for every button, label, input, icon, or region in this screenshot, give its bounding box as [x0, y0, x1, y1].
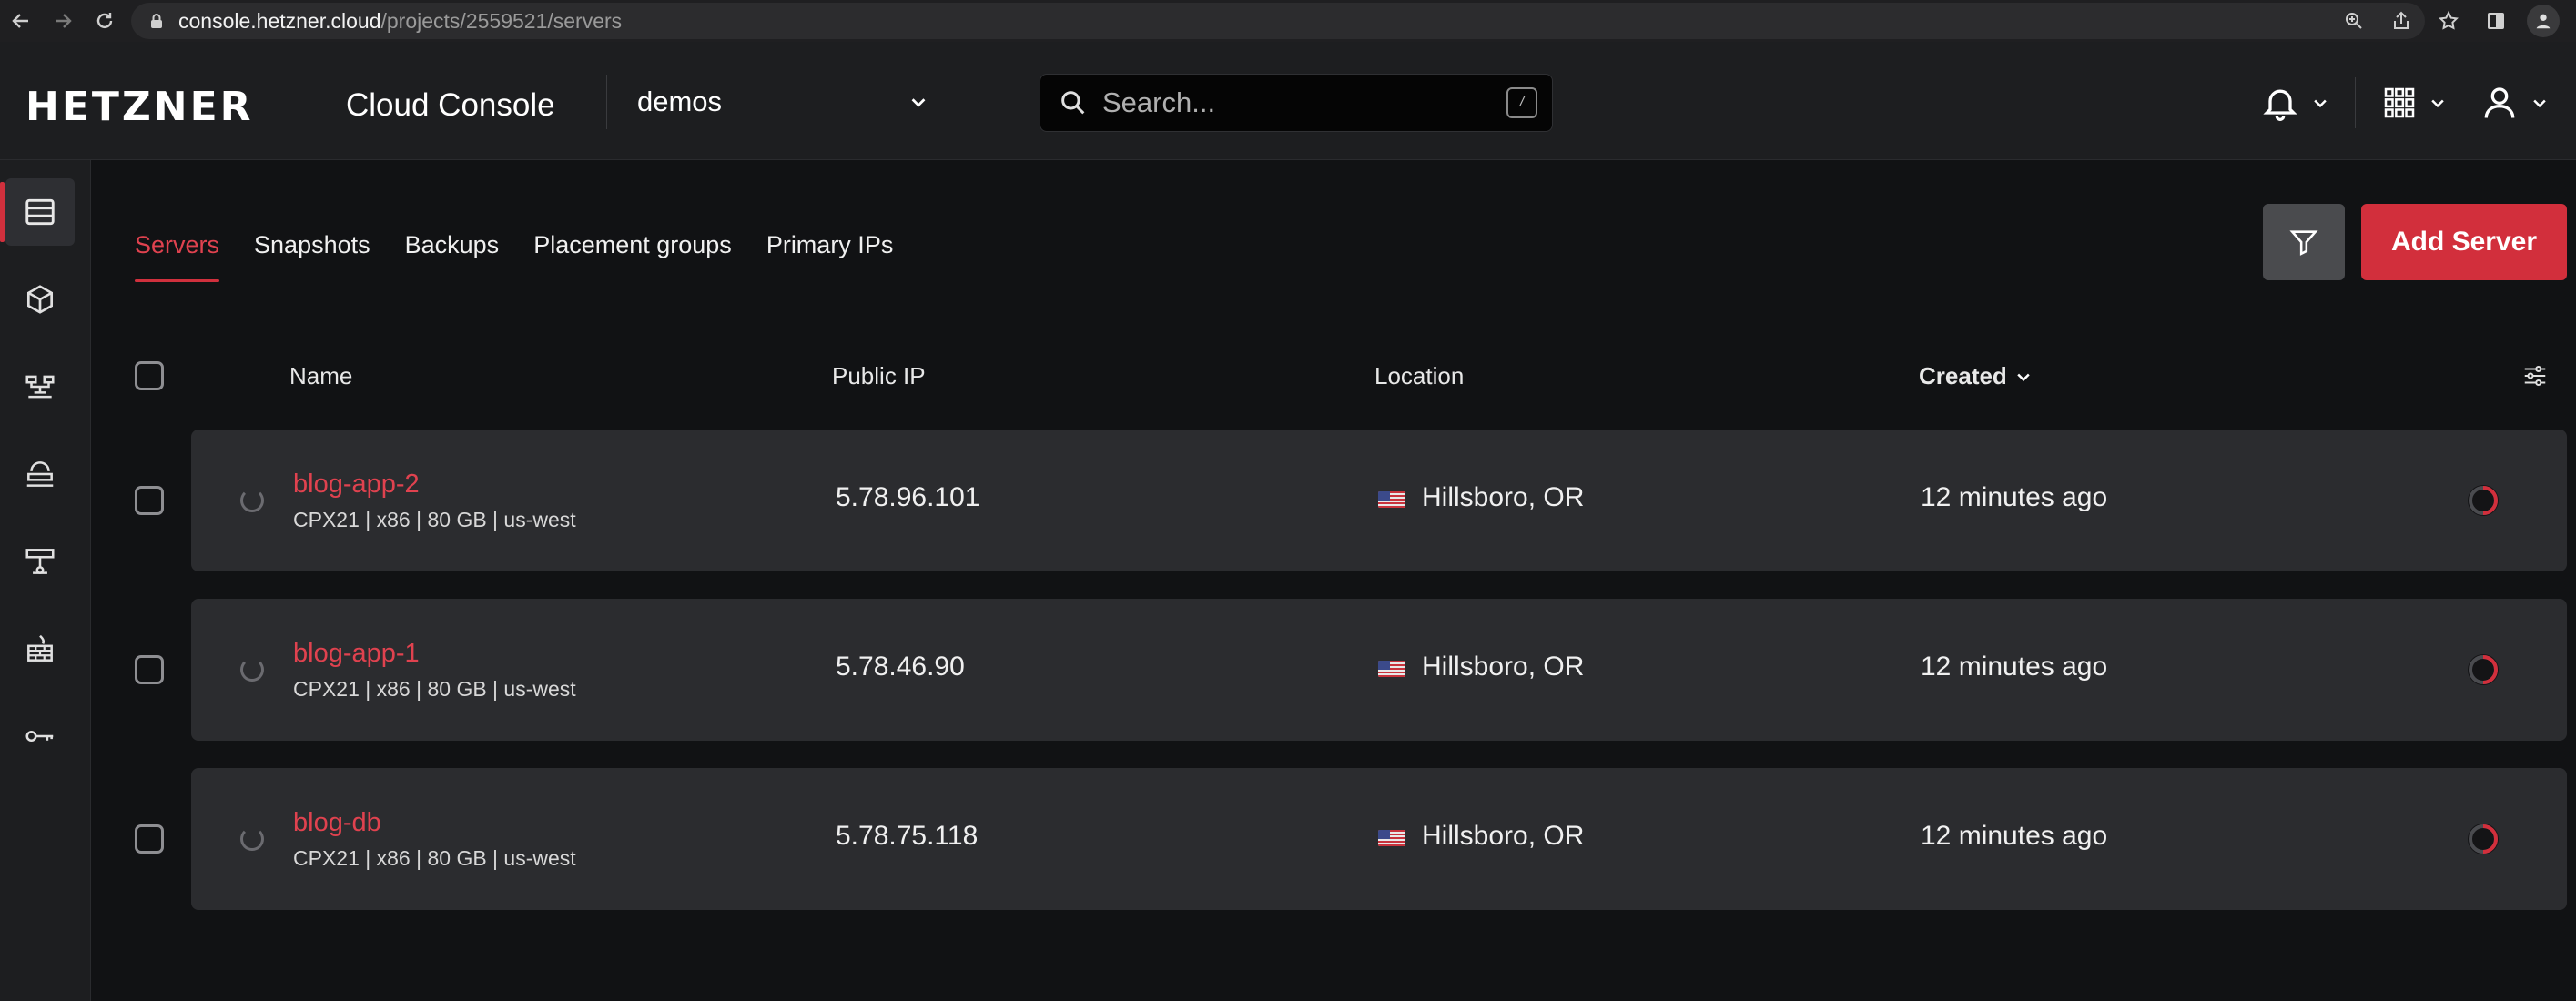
- share-icon[interactable]: [2385, 5, 2418, 37]
- server-meta: CPX21 | x86 | 80 GB | us-west: [293, 508, 576, 531]
- user-icon: [2484, 87, 2515, 118]
- table-row[interactable]: blog-app-1 CPX21 | x86 | 80 GB | us-west…: [191, 599, 2567, 741]
- column-created[interactable]: Created: [1919, 362, 2033, 390]
- table-header: Name Public IP Location Created: [135, 353, 2567, 399]
- row-checkbox[interactable]: [135, 486, 164, 515]
- lock-icon: [151, 14, 162, 28]
- header-divider: [606, 75, 607, 129]
- server-created: 12 minutes ago: [1921, 482, 2108, 512]
- search-icon: [1061, 91, 1085, 115]
- sidebar: [0, 160, 91, 1001]
- apps-menu-button[interactable]: [2365, 74, 2463, 132]
- star-icon[interactable]: [2432, 5, 2465, 37]
- status-spinner-icon: [240, 489, 264, 512]
- table-row[interactable]: blog-db CPX21 | x86 | 80 GB | us-west 5.…: [191, 768, 2567, 910]
- key-icon: [25, 730, 54, 743]
- chevron-down-icon: [2533, 99, 2546, 108]
- server-name-link[interactable]: blog-app-1: [293, 639, 420, 669]
- app-header: HETZNER Cloud Console demos Search... /: [0, 42, 2576, 160]
- address-bar[interactable]: console.hetzner.cloud/projects/2559521/s…: [131, 3, 2425, 39]
- server-ip[interactable]: 5.78.96.101: [836, 482, 979, 513]
- servers-icon: [25, 198, 55, 226]
- back-icon[interactable]: [0, 0, 42, 42]
- header-separator: [2355, 77, 2356, 128]
- search-placeholder: Search...: [1102, 86, 1216, 118]
- sidebar-item-servers[interactable]: [0, 178, 75, 246]
- chevron-down-icon: [2431, 99, 2444, 108]
- server-location: Hillsboro, OR: [1422, 652, 1585, 682]
- status-spinner-icon: [240, 658, 264, 682]
- tab-backups[interactable]: Backups: [405, 228, 500, 282]
- search-shortcut-badge: /: [1506, 87, 1537, 118]
- servers-tabs: Servers Snapshots Backups Placement grou…: [135, 228, 893, 282]
- product-name: Cloud Console: [346, 87, 555, 123]
- sort-chevron-down-icon: [2017, 373, 2030, 381]
- forward-icon[interactable]: [42, 0, 84, 42]
- volumes-icon: [26, 285, 54, 314]
- server-ip[interactable]: 5.78.46.90: [836, 652, 965, 682]
- chevron-down-icon: [2314, 99, 2327, 108]
- filter-button[interactable]: [2263, 204, 2345, 280]
- filter-icon: [2289, 230, 2318, 256]
- table-row[interactable]: blog-app-2 CPX21 | x86 | 80 GB | us-west…: [191, 430, 2567, 571]
- server-name-link[interactable]: blog-app-2: [293, 470, 420, 500]
- server-created: 12 minutes ago: [1921, 821, 2108, 851]
- sidebar-item-load-balancers[interactable]: [5, 353, 75, 420]
- hetzner-logo[interactable]: HETZNER: [25, 84, 254, 130]
- status-ring-icon[interactable]: [2465, 482, 2501, 519]
- status-ring-icon[interactable]: [2465, 652, 2501, 688]
- us-flag-icon: [1378, 830, 1405, 846]
- project-name: demos: [637, 86, 723, 117]
- server-location: Hillsboro, OR: [1422, 482, 1585, 512]
- project-selector[interactable]: demos: [637, 75, 928, 129]
- url-path: /projects/2559521/servers: [380, 8, 623, 33]
- grid-icon: [2384, 87, 2415, 118]
- networks-icon: [25, 549, 55, 574]
- row-checkbox[interactable]: [135, 655, 164, 684]
- server-meta: CPX21 | x86 | 80 GB | us-west: [293, 677, 576, 701]
- floating-ips-icon: [26, 461, 54, 487]
- column-name[interactable]: Name: [289, 362, 352, 390]
- sidebar-item-firewalls[interactable]: [5, 615, 75, 682]
- sidebar-item-volumes[interactable]: [5, 266, 75, 333]
- account-menu-button[interactable]: [2463, 74, 2565, 132]
- zoom-icon[interactable]: [2338, 5, 2370, 37]
- column-settings-icon[interactable]: [2521, 362, 2549, 389]
- url-host: console.hetzner.cloud: [178, 8, 381, 33]
- status-spinner-icon: [240, 827, 264, 851]
- column-location[interactable]: Location: [1374, 362, 1464, 390]
- tab-placement-groups[interactable]: Placement groups: [533, 228, 732, 282]
- load-balancers-icon: [25, 375, 55, 399]
- chevron-down-icon: [911, 98, 926, 107]
- search-input[interactable]: Search... /: [1040, 74, 1553, 132]
- row-checkbox[interactable]: [135, 824, 164, 854]
- notifications-button[interactable]: [2244, 74, 2346, 132]
- server-meta: CPX21 | x86 | 80 GB | us-west: [293, 846, 576, 870]
- sidebar-item-security[interactable]: [5, 703, 75, 770]
- bell-icon: [2263, 89, 2297, 121]
- sidebar-item-networks[interactable]: [5, 528, 75, 595]
- us-flag-icon: [1378, 661, 1405, 677]
- column-created-label: Created: [1919, 362, 2007, 389]
- tab-snapshots[interactable]: Snapshots: [254, 228, 370, 282]
- us-flag-icon: [1378, 491, 1405, 508]
- side-panel-icon[interactable]: [2480, 5, 2512, 37]
- firewalls-icon: [27, 634, 53, 662]
- add-server-button[interactable]: Add Server: [2361, 204, 2567, 280]
- tab-primary-ips[interactable]: Primary IPs: [766, 228, 894, 282]
- column-public-ip[interactable]: Public IP: [832, 362, 926, 390]
- browser-profile-icon[interactable]: [2527, 5, 2560, 37]
- reload-icon[interactable]: [84, 0, 126, 42]
- status-ring-icon[interactable]: [2465, 821, 2501, 857]
- server-ip[interactable]: 5.78.75.118: [836, 821, 978, 852]
- browser-toolbar: console.hetzner.cloud/projects/2559521/s…: [0, 0, 2576, 42]
- tab-servers[interactable]: Servers: [135, 228, 220, 282]
- server-name-link[interactable]: blog-db: [293, 808, 381, 838]
- server-created: 12 minutes ago: [1921, 652, 2108, 682]
- select-all-checkbox[interactable]: [135, 361, 164, 390]
- sidebar-item-floating-ips[interactable]: [5, 440, 75, 508]
- server-location: Hillsboro, OR: [1422, 821, 1585, 851]
